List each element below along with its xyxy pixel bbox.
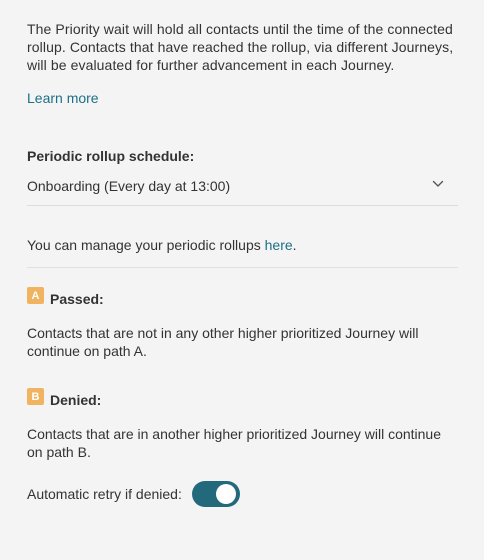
intro-text: The Priority wait will hold all contacts…	[27, 21, 454, 73]
path-b-badge: B	[27, 388, 44, 405]
manage-rollups-suffix: .	[292, 237, 297, 253]
automatic-retry-toggle[interactable]	[191, 481, 240, 507]
path-b-title: Denied:	[50, 391, 102, 408]
learn-more-link[interactable]: Learn more	[27, 90, 99, 106]
rollup-schedule-value: Onboarding (Every day at 13:00)	[27, 178, 231, 194]
path-a-header: A Passed:	[27, 287, 458, 307]
path-a-badge: A	[27, 287, 44, 304]
path-b-description: Contacts that are in another higher prio…	[27, 426, 442, 460]
manage-rollups-text: You can manage your periodic rollups her…	[27, 236, 458, 254]
manage-rollups-link[interactable]: here	[265, 237, 293, 253]
manage-rollups-prefix: You can manage your periodic rollups	[27, 237, 265, 253]
rollup-schedule-select[interactable]: Onboarding (Every day at 13:00)	[27, 177, 458, 206]
chevron-down-icon	[432, 180, 444, 187]
path-b-header: B Denied:	[27, 388, 458, 408]
rollup-schedule-label: Periodic rollup schedule:	[27, 148, 195, 164]
priority-wait-panel: The Priority wait will hold all contacts…	[27, 20, 458, 507]
divider	[27, 267, 458, 268]
automatic-retry-row: Automatic retry if denied:	[27, 481, 458, 507]
toggle-knob	[215, 484, 236, 504]
path-a-description: Contacts that are not in any other highe…	[27, 325, 419, 359]
automatic-retry-label: Automatic retry if denied:	[27, 486, 182, 502]
path-a-title: Passed:	[50, 290, 104, 307]
